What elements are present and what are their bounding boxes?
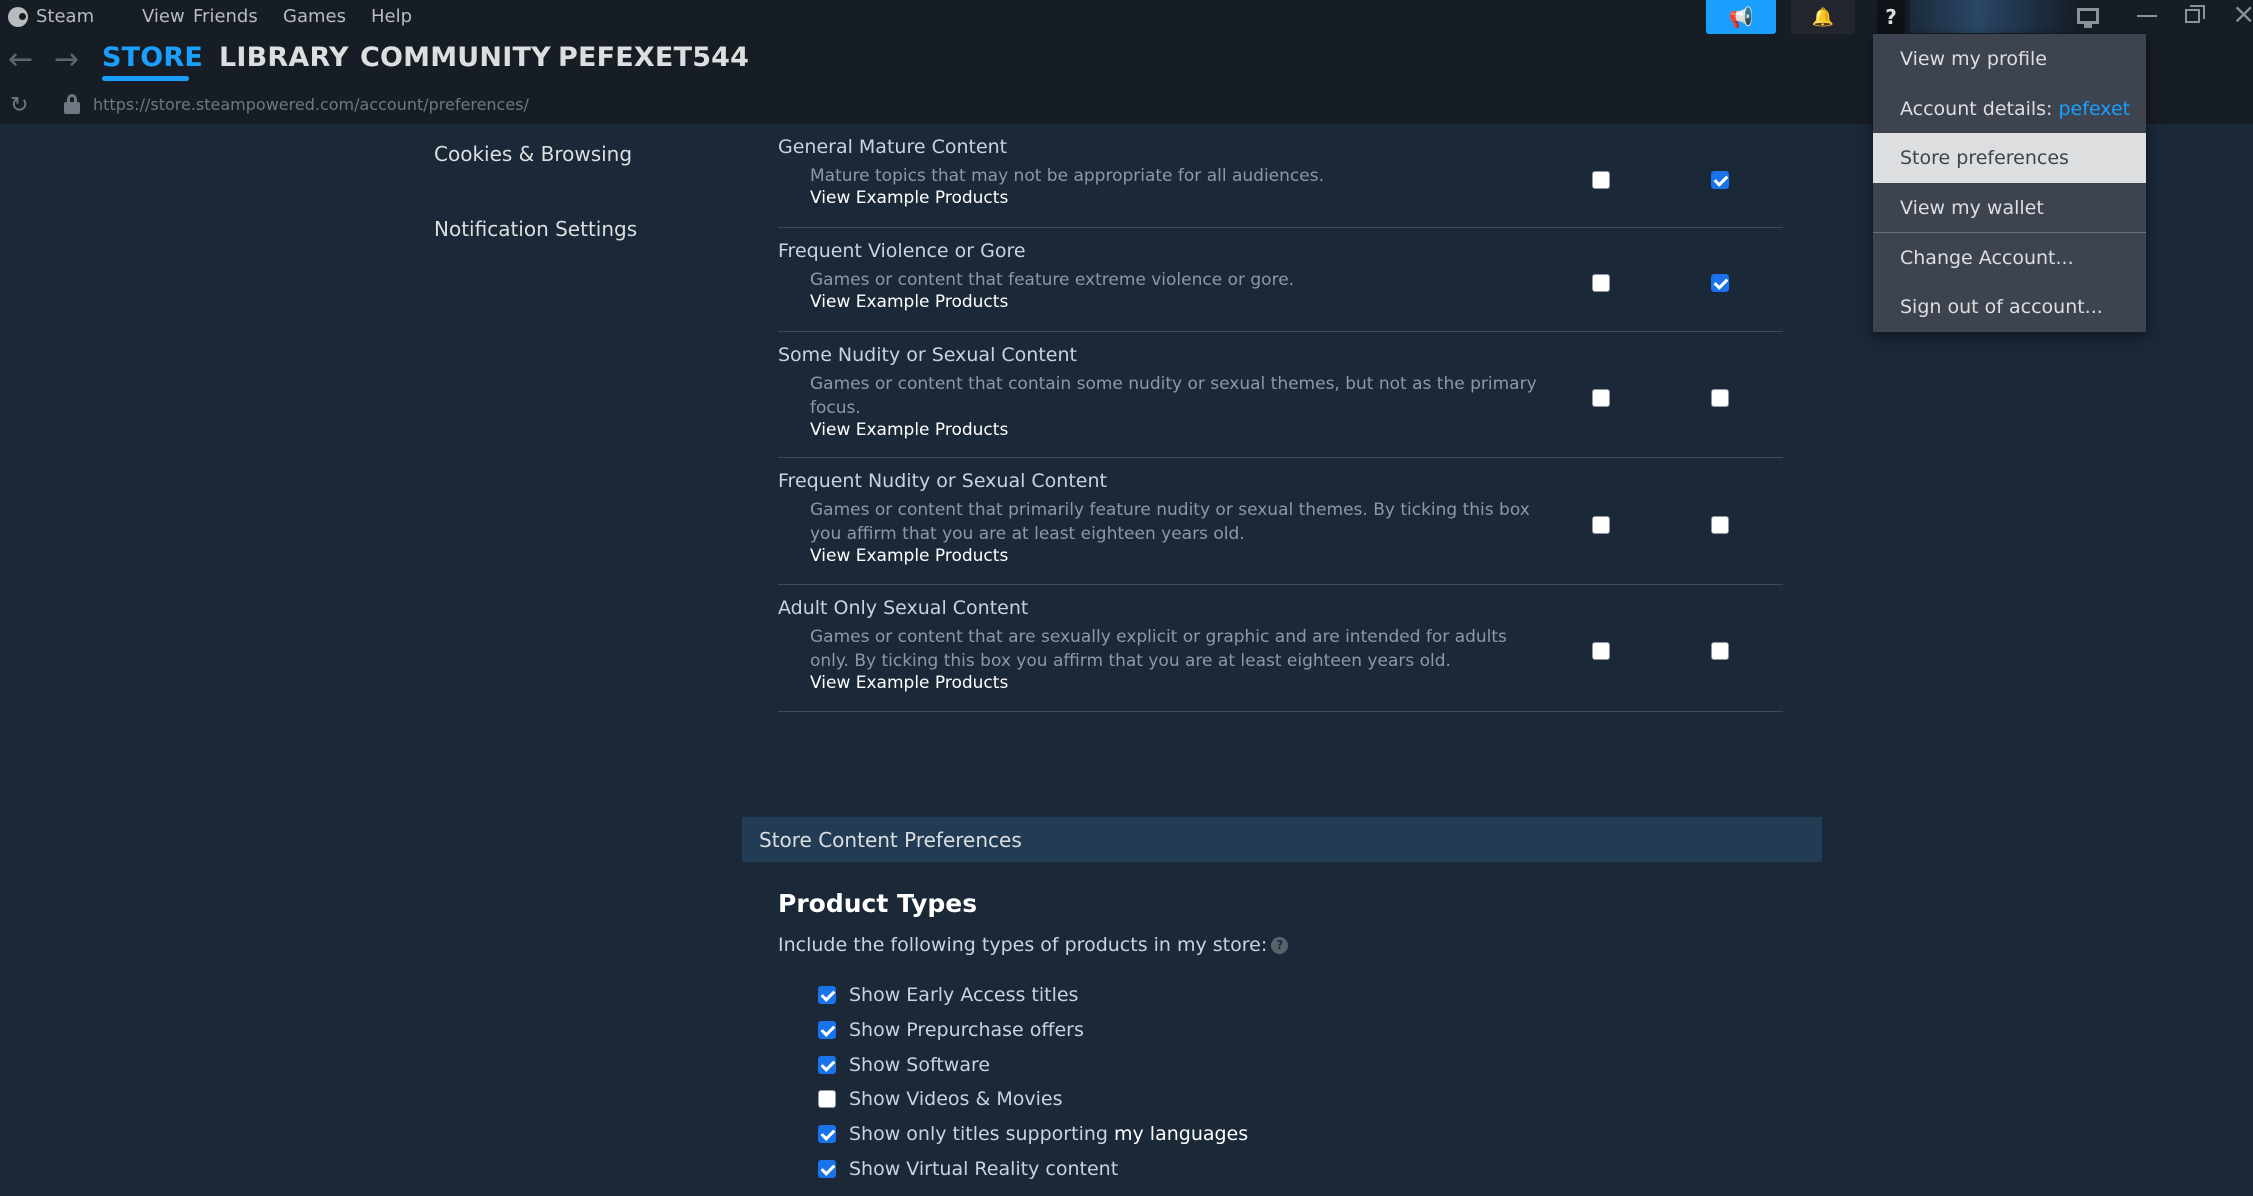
intro-text: Include the following types of products …: [778, 934, 1268, 956]
back-arrow-icon[interactable]: ←: [8, 45, 36, 75]
steam-logo-icon[interactable]: [8, 7, 28, 27]
menu-view[interactable]: View: [142, 6, 185, 27]
bell-icon: 🔔: [1811, 6, 1835, 28]
option-early-access[interactable]: Show Early Access titles: [818, 983, 1078, 1007]
menu-friends[interactable]: Friends: [193, 6, 258, 27]
checkbox[interactable]: [818, 1160, 836, 1178]
pref-row-adult-only: Adult Only Sexual Content Games or conte…: [778, 585, 1783, 712]
checkbox-col1[interactable]: [1592, 171, 1610, 189]
pref-row-violence: Frequent Violence or Gore Games or conte…: [778, 228, 1783, 332]
option-label: Show Software: [849, 1054, 991, 1076]
notifications-button[interactable]: 🔔: [1791, 0, 1855, 34]
option-label: Show Early Access titles: [849, 984, 1079, 1006]
sidebar-item-cookies[interactable]: Cookies & Browsing: [434, 142, 632, 166]
pref-row-some-nudity: Some Nudity or Sexual Content Games or c…: [778, 332, 1783, 458]
option-vr-content[interactable]: Show Virtual Reality content: [818, 1157, 1118, 1181]
view-example-products-link[interactable]: View Example Products: [810, 292, 1008, 312]
option-label: Show only titles supporting my languages: [849, 1123, 1248, 1145]
checkbox-col2[interactable]: [1711, 274, 1729, 292]
checkbox-col2[interactable]: [1711, 642, 1729, 660]
option-label-text: Show only titles supporting: [849, 1123, 1114, 1145]
menu-item-change-account[interactable]: Change Account...: [1873, 233, 2146, 283]
option-my-languages[interactable]: Show only titles supporting my languages: [818, 1122, 1248, 1146]
menu-item-account-details[interactable]: Account details: pefexet: [1873, 84, 2146, 134]
view-example-products-link[interactable]: View Example Products: [810, 188, 1008, 208]
account-dropdown-menu: View my profile Account details: pefexet…: [1873, 34, 2146, 332]
store-content-section-header: Store Content Preferences: [742, 817, 1822, 862]
tab-store[interactable]: STORE: [102, 42, 203, 73]
help-icon[interactable]: ?: [1271, 937, 1289, 954]
pref-title: Frequent Nudity or Sexual Content: [778, 470, 1107, 492]
refresh-icon[interactable]: ↻: [10, 93, 28, 118]
menu-item-view-profile[interactable]: View my profile: [1873, 34, 2146, 84]
checkbox-col1[interactable]: [1592, 389, 1610, 407]
pref-description: Games or content that primarily feature …: [810, 500, 1530, 544]
restore-window-icon[interactable]: [2185, 5, 2205, 23]
checkbox-col2[interactable]: [1711, 516, 1729, 534]
option-prepurchase[interactable]: Show Prepurchase offers: [818, 1018, 1084, 1042]
menu-games[interactable]: Games: [283, 6, 346, 27]
announcements-button[interactable]: 📢: [1706, 0, 1776, 34]
pref-description: Games or content that contain some nudit…: [810, 374, 1537, 418]
checkbox[interactable]: [818, 1125, 836, 1143]
close-window-icon[interactable]: ×: [2232, 0, 2253, 29]
option-software[interactable]: Show Software: [818, 1053, 990, 1077]
pref-description: Games or content that are sexually expli…: [810, 627, 1507, 671]
pref-description: Games or content that feature extreme vi…: [810, 270, 1295, 290]
help-button[interactable]: ?: [1877, 0, 1905, 34]
product-types-intro: Include the following types of products …: [778, 934, 1289, 956]
my-languages-link[interactable]: my languages: [1114, 1123, 1248, 1145]
checkbox[interactable]: [818, 1090, 836, 1108]
checkbox-col2[interactable]: [1711, 171, 1729, 189]
forward-arrow-icon[interactable]: →: [54, 45, 82, 75]
product-types-heading: Product Types: [778, 889, 978, 918]
menu-item-store-preferences[interactable]: Store preferences: [1873, 133, 2146, 183]
account-name: pefexet: [2058, 98, 2131, 120]
checkbox-col1[interactable]: [1592, 274, 1610, 292]
sidebar-item-notifications[interactable]: Notification Settings: [434, 217, 637, 241]
menu-item-view-wallet[interactable]: View my wallet: [1873, 183, 2146, 233]
checkbox[interactable]: [818, 1056, 836, 1074]
menu-steam[interactable]: Steam: [36, 6, 94, 27]
pref-title: Adult Only Sexual Content: [778, 597, 1029, 619]
question-icon: ?: [1885, 5, 1897, 29]
option-label: Show Virtual Reality content: [849, 1158, 1119, 1180]
view-example-products-link[interactable]: View Example Products: [810, 546, 1008, 566]
section-title: Store Content Preferences: [759, 828, 1022, 852]
checkbox-col1[interactable]: [1592, 516, 1610, 534]
lock-icon: [64, 94, 80, 114]
pref-row-general-mature: General Mature Content Mature topics tha…: [778, 124, 1783, 228]
pref-title: General Mature Content: [778, 136, 1008, 158]
option-videos-movies[interactable]: Show Videos & Movies: [818, 1087, 1062, 1111]
tab-library[interactable]: LIBRARY: [219, 42, 349, 73]
url-bar[interactable]: https://store.steampowered.com/account/p…: [93, 95, 529, 114]
option-label: Show Videos & Movies: [849, 1088, 1063, 1110]
active-tab-indicator: [102, 76, 189, 81]
view-example-products-link[interactable]: View Example Products: [810, 420, 1008, 440]
tab-profile[interactable]: PEFEXET544: [558, 42, 749, 73]
checkbox-col2[interactable]: [1711, 389, 1729, 407]
pref-row-frequent-nudity: Frequent Nudity or Sexual Content Games …: [778, 458, 1783, 585]
checkbox[interactable]: [818, 1021, 836, 1039]
menu-item-label: Account details:: [1900, 98, 2059, 120]
pref-title: Some Nudity or Sexual Content: [778, 344, 1077, 366]
menu-item-sign-out[interactable]: Sign out of account...: [1873, 282, 2146, 332]
option-label: Show Prepurchase offers: [849, 1019, 1084, 1041]
checkbox-col1[interactable]: [1592, 642, 1610, 660]
pref-description: Mature topics that may not be appropriat…: [810, 166, 1324, 186]
account-avatar-button[interactable]: [1910, 0, 2080, 33]
big-picture-monitor-icon[interactable]: [2077, 8, 2099, 28]
tab-community[interactable]: COMMUNITY: [360, 42, 551, 73]
checkbox[interactable]: [818, 986, 836, 1004]
megaphone-icon: 📢: [1728, 5, 1754, 29]
view-example-products-link[interactable]: View Example Products: [810, 673, 1008, 693]
minimize-icon[interactable]: [2137, 15, 2157, 17]
menu-help[interactable]: Help: [371, 6, 412, 27]
pref-title: Frequent Violence or Gore: [778, 240, 1026, 262]
